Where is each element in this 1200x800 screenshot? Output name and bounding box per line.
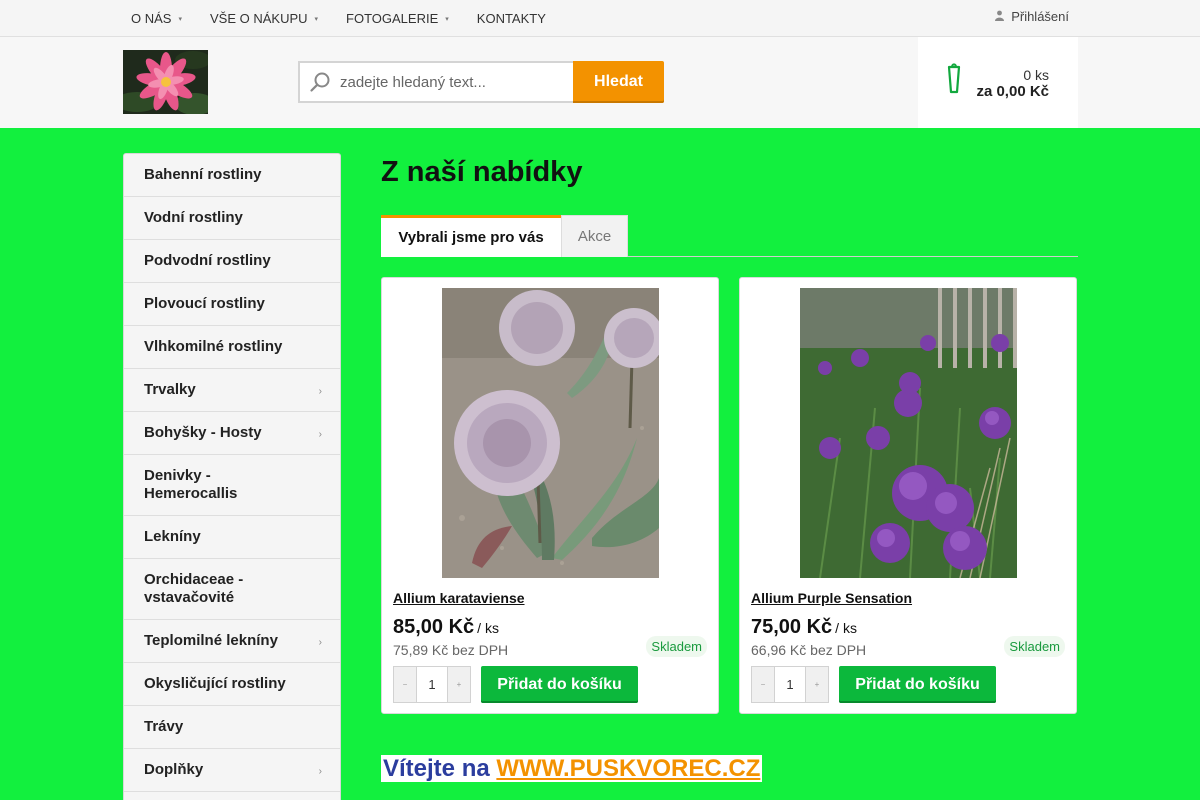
product-price: 85,00 Kč / ks (393, 616, 499, 639)
chevron-down-icon: ▾ (178, 15, 182, 23)
sidebar-item-denivky[interactable]: Denivky - Hemerocallis (124, 455, 340, 516)
sidebar-item-label: Teplomilné lekníny (144, 632, 278, 649)
search-input[interactable] (340, 73, 560, 91)
search-box (298, 61, 573, 103)
menu-item-label: FOTOGALERIE (346, 11, 439, 26)
sidebar-item-vlhkomilne-rostliny[interactable]: Vlhkomilné rostliny (124, 326, 340, 369)
product-card: Allium Purple Sensation 75,00 Kč / ks 66,… (739, 277, 1077, 714)
product-card: Allium karataviense 85,00 Kč / ks 75,89 K… (381, 277, 719, 714)
sidebar-item-label: Lekníny (144, 528, 201, 545)
product-image[interactable] (800, 288, 1017, 578)
cart-total: za 0,00 Kč (976, 83, 1049, 100)
user-icon (995, 10, 1005, 23)
sidebar-item-bohysky-hosty[interactable]: Bohyšky - Hosty › (124, 412, 340, 455)
chevron-down-icon: ▾ (314, 15, 319, 23)
price-value: 75,00 Kč (751, 616, 833, 638)
cart-count: 0 ks (1023, 67, 1049, 83)
decrease-button[interactable]: − (394, 667, 416, 702)
top-navigation: O NÁS ▾ VŠE O NÁKUPU ▾ FOTOGALERIE ▾ KONTAK… (0, 0, 1200, 37)
quantity-input[interactable]: 1 (774, 667, 806, 702)
chevron-right-icon: › (318, 386, 322, 397)
product-name-link[interactable]: Allium Purple Sensation (751, 590, 912, 606)
sidebar-item-podvodni-rostliny[interactable]: Podvodní rostliny (124, 240, 340, 283)
sidebar-item-label: Podvodní rostliny (144, 252, 271, 269)
welcome-prefix: Vítejte na (383, 755, 497, 782)
quantity-stepper: − 1 + (751, 666, 829, 703)
chevron-right-icon: › (318, 429, 322, 440)
product-image[interactable] (442, 288, 659, 578)
increase-button[interactable]: + (806, 667, 828, 702)
sidebar-item-label: Doplňky (144, 761, 204, 778)
sidebar-item-teplomilne-lekniny[interactable]: Teplomilné lekníny › (124, 620, 340, 663)
stock-badge: Skladem (646, 636, 707, 657)
sidebar-item-label: Trvalky (144, 381, 196, 398)
category-sidebar: Bahenní rostliny Vodní rostliny Podvodní… (123, 153, 341, 800)
sidebar-item-label: Denivky - Hemerocallis (144, 467, 238, 502)
chevron-right-icon: › (318, 637, 322, 648)
chevron-right-icon: › (318, 766, 322, 777)
menu-item-label: KONTAKTY (476, 11, 546, 26)
search-icon (300, 71, 340, 93)
chevron-down-icon: ▾ (445, 15, 449, 23)
product-price: 75,00 Kč / ks (751, 616, 857, 639)
add-to-cart-button[interactable]: Přidat do košíku (481, 666, 638, 703)
sidebar-item-vodni-rostliny[interactable]: Vodní rostliny (124, 197, 340, 240)
price-unit: / ks (835, 620, 857, 636)
product-name-link[interactable]: Allium karataviense (393, 590, 525, 606)
tab-akce[interactable]: Akce (561, 215, 628, 257)
menu-item-kontakty[interactable]: KONTAKTY (469, 0, 554, 37)
price-unit: / ks (477, 620, 499, 636)
search-form: Hledat (298, 61, 664, 103)
sidebar-item-label: Bahenní rostliny (144, 166, 262, 183)
search-button[interactable]: Hledat (573, 61, 664, 103)
sidebar-item-orchidaceae[interactable]: Orchidaceae - vstavačovité (124, 559, 340, 620)
site-link[interactable]: WWW.PUSKVOREC.CZ (496, 755, 760, 782)
login-link[interactable]: Přihlášení (995, 0, 1069, 33)
product-tabs: Vybrali jsme pro vás Akce (381, 215, 1078, 257)
sidebar-item-label: Plovoucí rostliny (144, 295, 265, 312)
price-value: 85,00 Kč (393, 616, 475, 638)
sidebar-item-label: Orchidaceae - vstavačovité (144, 571, 244, 606)
shopping-cart-icon (946, 62, 962, 96)
sidebar-item-lekniny[interactable]: Lekníny (124, 516, 340, 559)
quantity-stepper: − 1 + (393, 666, 471, 703)
sidebar-item-travy[interactable]: Trávy (124, 706, 340, 749)
sidebar-item-plovouci-rostliny[interactable]: Plovoucí rostliny (124, 283, 340, 326)
quantity-input[interactable]: 1 (416, 667, 448, 702)
menu-item-vse-o-nakupu[interactable]: VŠE O NÁKUPU ▾ (202, 0, 326, 37)
menu-item-label: O NÁS (131, 11, 172, 26)
sidebar-item-label: Vodní rostliny (144, 209, 243, 226)
sidebar-item-trvalky[interactable]: Trvalky › (124, 369, 340, 412)
product-net-price: 66,96 Kč bez DPH (751, 642, 867, 658)
menu-item-label: VŠE O NÁKUPU (209, 11, 308, 26)
sidebar-item-label: Trávy (144, 718, 184, 735)
add-to-cart-button[interactable]: Přidat do košíku (839, 666, 996, 703)
sidebar-item-bahenni-rostliny[interactable]: Bahenní rostliny (124, 154, 340, 197)
stock-badge: Skladem (1004, 636, 1065, 657)
welcome-heading: Vítejte na WWW.PUSKVOREC.CZ (381, 755, 763, 782)
site-header: Hledat 0 ks za 0,00 Kč (0, 37, 1200, 128)
menu-item-fotogalerie[interactable]: FOTOGALERIE ▾ (338, 0, 457, 37)
menu-item-o-nas[interactable]: O NÁS ▾ (123, 0, 190, 37)
site-logo[interactable] (123, 50, 208, 114)
sidebar-item-okyslicujici-rostliny[interactable]: Okysličující rostliny (124, 663, 340, 706)
tab-vybrali-jsme-pro-vas[interactable]: Vybrali jsme pro vás (381, 215, 561, 257)
sidebar-item-label: Okysličující rostliny (144, 675, 286, 692)
login-label: Přihlášení (1011, 9, 1069, 24)
sidebar-item-label: Vlhkomilné rostliny (144, 338, 283, 355)
sidebar-item-doplnky[interactable]: Doplňky › (124, 749, 340, 792)
main-menu: O NÁS ▾ VŠE O NÁKUPU ▾ FOTOGALERIE ▾ KONTAK… (123, 0, 566, 37)
product-net-price: 75,89 Kč bez DPH (393, 642, 509, 658)
sidebar-item-label: Bohyšky - Hosty (144, 424, 262, 441)
decrease-button[interactable]: − (752, 667, 774, 702)
cart-summary[interactable]: 0 ks za 0,00 Kč (918, 37, 1078, 128)
page-title: Z naší nabídky (381, 156, 583, 188)
increase-button[interactable]: + (448, 667, 470, 702)
